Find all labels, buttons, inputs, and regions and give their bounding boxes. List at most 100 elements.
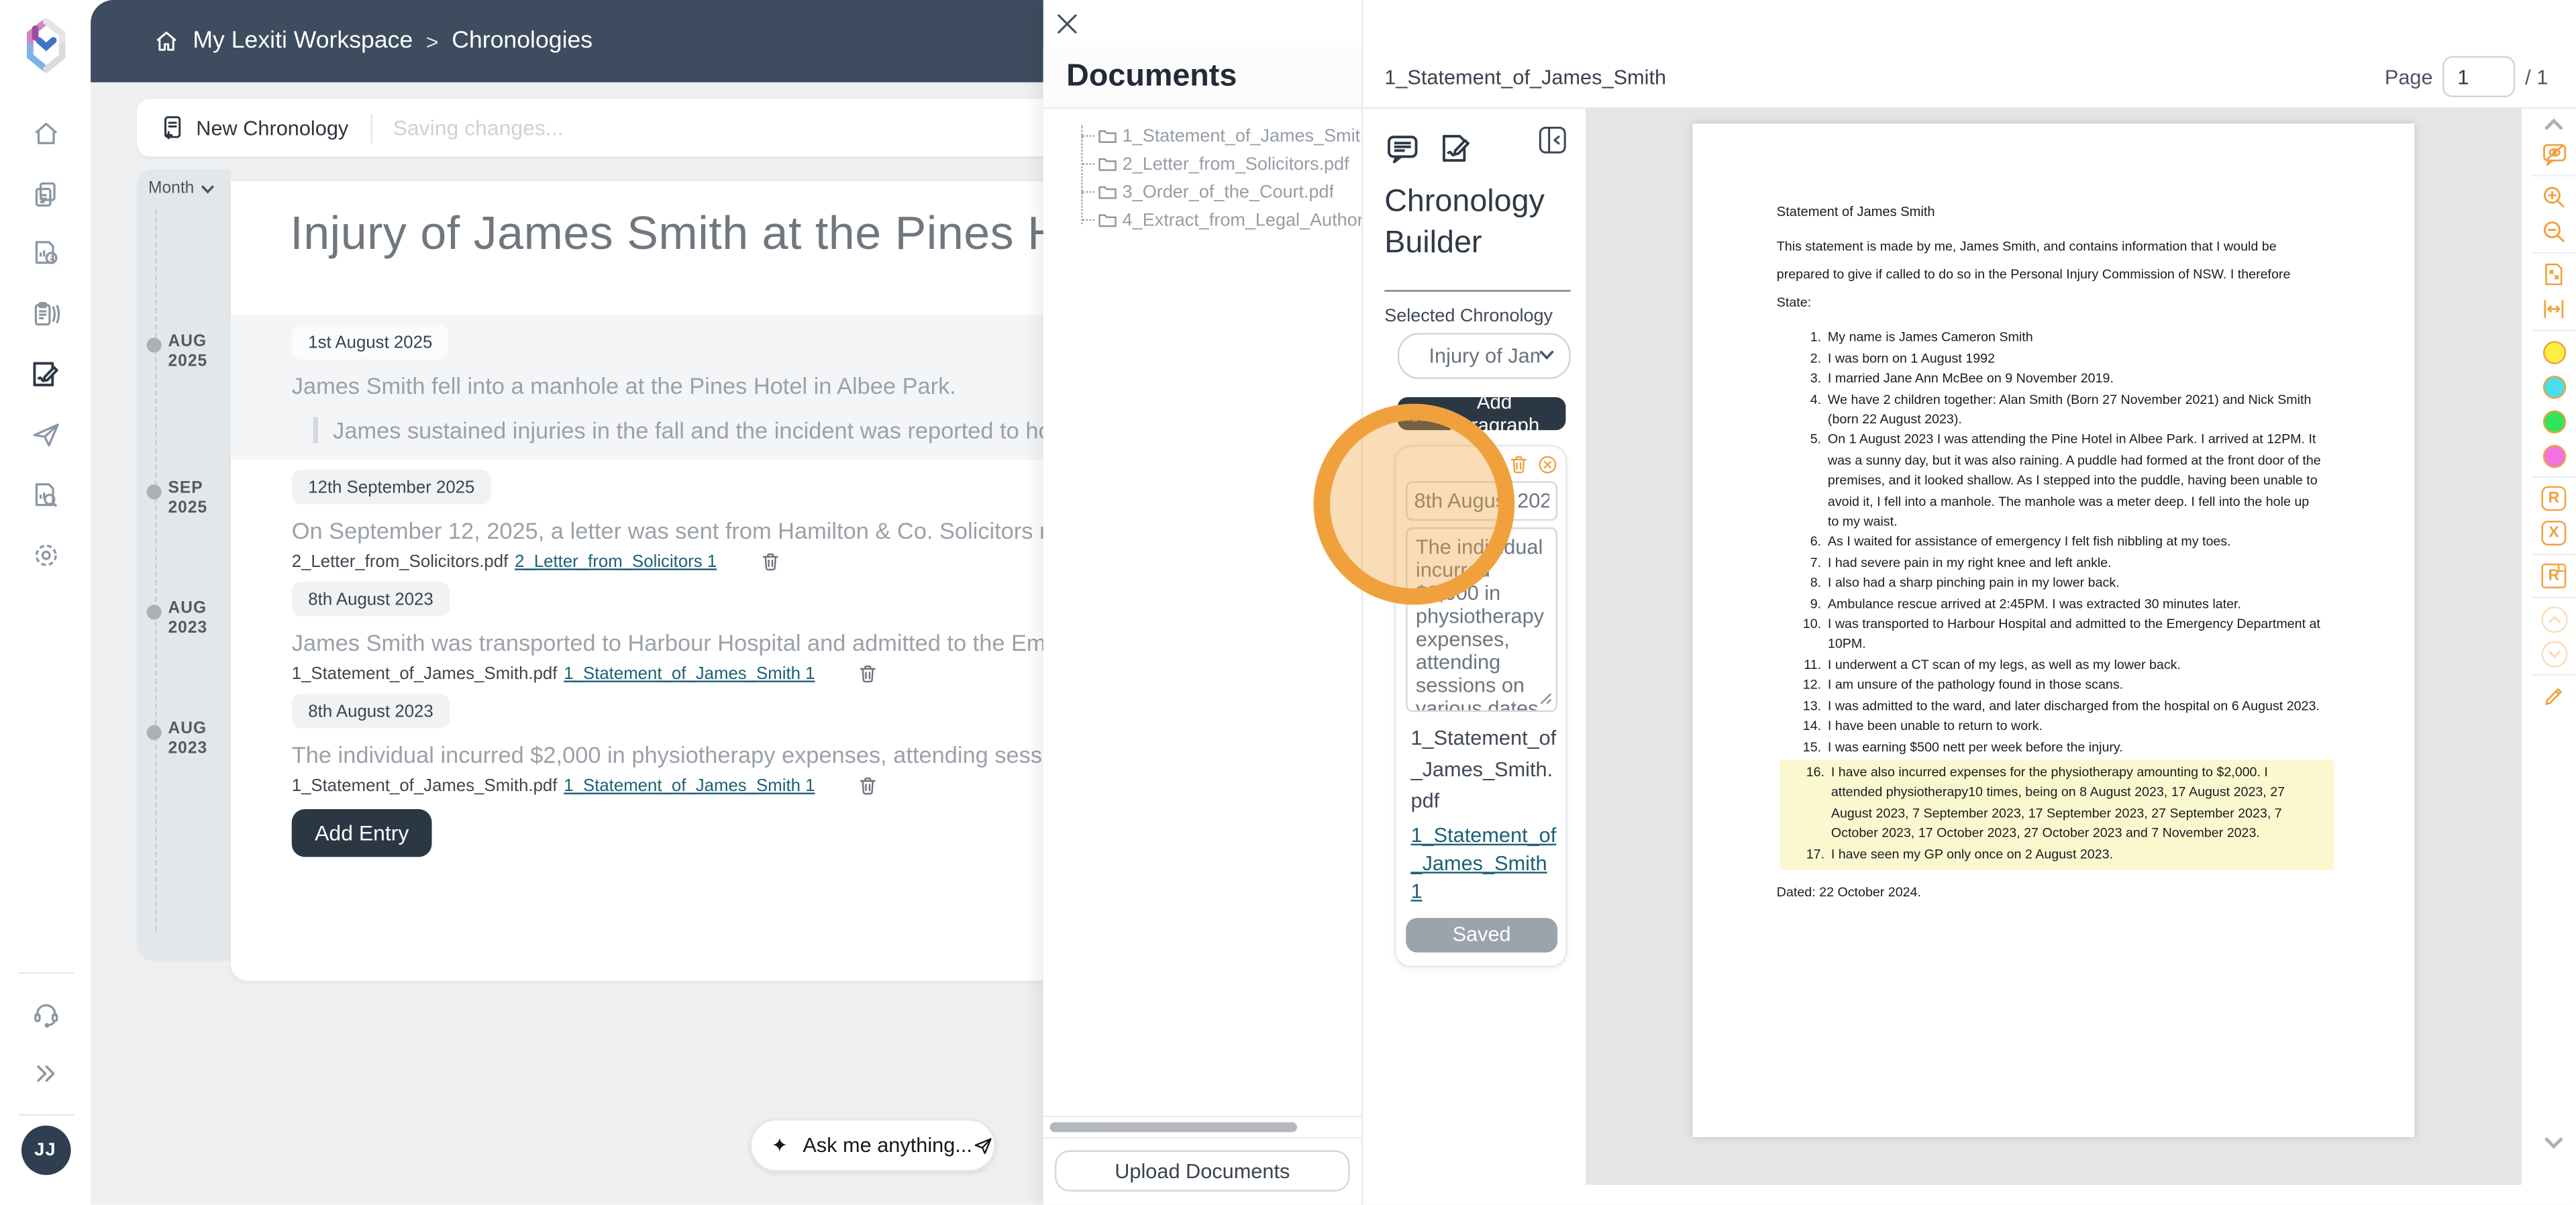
item-text: I have been unable to return to work. — [1827, 719, 2043, 734]
saved-button[interactable]: Saved — [1406, 917, 1558, 953]
delete-entry-icon[interactable] — [858, 662, 879, 684]
tree-connector — [1081, 191, 1094, 193]
pdf-page: Statement of James Smith This statement … — [1692, 123, 2415, 1137]
new-chronology-button[interactable]: New Chronology — [160, 113, 348, 142]
chevron-down-icon — [1539, 350, 1554, 361]
selected-chronology-value: Injury of James S — [1429, 344, 1543, 368]
delete-entry-icon[interactable] — [760, 550, 781, 572]
paragraph-card: The individual incurred $2,000 in physio… — [1394, 444, 1567, 967]
resize-handle-icon[interactable] — [1539, 692, 1553, 705]
dismiss-circle-icon[interactable] — [1538, 454, 1557, 474]
entry-file-name: 1_Statement_of_James_Smith.pdf — [291, 775, 558, 796]
sidebar-item-home[interactable] — [17, 106, 74, 162]
document-edit-icon[interactable] — [1437, 130, 1474, 166]
horizontal-scrollbar[interactable] — [1043, 1118, 1361, 1139]
sidebar-item-notes[interactable] — [17, 287, 74, 344]
entry-document-link[interactable]: 1_Statement_of_James_Smith 1 — [564, 664, 815, 683]
add-entry-button[interactable]: Add Entry — [291, 808, 432, 857]
item-text: We have 2 children together: Alan Smith … — [1827, 391, 2312, 427]
item-number: 16. — [1806, 764, 1825, 780]
scroll-down-icon[interactable] — [2544, 1137, 2563, 1149]
sidebar-item-send[interactable] — [17, 407, 74, 464]
sidebar-divider — [17, 972, 74, 974]
zoom-in-button[interactable] — [2535, 180, 2573, 215]
zoom-out-button[interactable] — [2535, 214, 2573, 249]
entry-document-link[interactable]: 1_Statement_of_James_Smith 1 — [564, 776, 815, 795]
highlight-pink-button[interactable] — [2535, 438, 2573, 473]
plus-icon: + — [1407, 404, 1425, 423]
expand-sidebar-button[interactable] — [17, 1046, 74, 1102]
upload-documents-button[interactable]: Upload Documents — [1054, 1150, 1350, 1192]
folder-icon — [1098, 183, 1117, 201]
item-text: Ambulance rescue arrived at 2:45PM. I wa… — [1827, 596, 2241, 611]
pdf-scroll-area[interactable]: Statement of James Smith This statement … — [1585, 109, 2522, 1186]
fit-width-button[interactable] — [2535, 292, 2573, 327]
paragraph-document-link[interactable]: 1_Statement_of_James_Smith 1 — [1406, 822, 1557, 906]
annotation-toolbar: R X R — [2531, 109, 2576, 1205]
delete-paragraph-icon[interactable] — [1508, 454, 1529, 475]
timeline-line — [154, 209, 157, 931]
home-icon[interactable] — [153, 28, 179, 54]
sidebar-item-document-search[interactable] — [17, 468, 74, 524]
item-text: On 1 August 2023 I was attending the Pin… — [1827, 432, 2321, 529]
entry-date-chip[interactable]: 1st August 2025 — [291, 324, 449, 360]
previous-annotation-button[interactable] — [2535, 602, 2573, 637]
builder-divider — [1384, 289, 1571, 292]
scrollbar-thumb[interactable] — [1049, 1122, 1298, 1133]
sidebar-item-settings[interactable] — [17, 528, 74, 584]
redact-page-button[interactable]: R — [2535, 559, 2573, 594]
breadcrumb-chronologies[interactable]: Chronologies — [452, 28, 593, 54]
page-number-input[interactable] — [2442, 56, 2516, 97]
next-annotation-button[interactable] — [2535, 636, 2573, 671]
hide-comments-button[interactable] — [2535, 137, 2573, 172]
item-text: As I waited for assistance of emergency … — [1827, 534, 2231, 550]
sidebar-item-documents[interactable] — [17, 166, 74, 223]
entry-date-chip[interactable]: 8th August 2023 — [291, 582, 450, 617]
comments-icon[interactable] — [1384, 130, 1421, 166]
item-text: I was born on 1 August 1992 — [1827, 350, 1995, 366]
entry-date-chip[interactable]: 8th August 2023 — [291, 694, 450, 729]
item-text: I underwent a CT scan of my legs, as wel… — [1827, 657, 2181, 672]
highlight-green-button[interactable] — [2535, 404, 2573, 439]
paragraph-text-input[interactable]: The individual incurred $2,000 in physio… — [1406, 527, 1558, 712]
item-number: 4. — [1810, 391, 1822, 407]
scroll-up-icon[interactable] — [2544, 118, 2563, 130]
toolbar-divider — [371, 113, 374, 143]
close-icon[interactable] — [1055, 11, 1080, 36]
month-filter-dropdown[interactable]: Month — [148, 180, 214, 198]
document-tree-item[interactable]: 1_Statement_of_James_Smith. — [1043, 122, 1361, 150]
ask-ai-bar[interactable]: ✦ Ask me anything... — [750, 1118, 996, 1172]
delete-entry-icon[interactable] — [858, 774, 879, 796]
document-tree-item[interactable]: 4_Extract_from_Legal_Authori — [1043, 206, 1361, 234]
sidebar-item-report[interactable] — [17, 227, 74, 283]
breadcrumb-workspace[interactable]: My Lexiti Workspace — [193, 28, 413, 54]
highlight-yellow-button[interactable] — [2535, 335, 2573, 370]
selected-chronology-dropdown[interactable]: Injury of James S — [1397, 332, 1571, 379]
user-avatar[interactable]: JJ — [20, 1126, 70, 1175]
statement-item: 8. I also had a sharp pinching pain in my… — [1777, 574, 2322, 594]
pencil-button[interactable] — [2535, 679, 2573, 714]
send-icon[interactable] — [972, 1135, 994, 1156]
document-tree-item[interactable]: 2_Letter_from_Solicitors.pdf — [1043, 150, 1361, 178]
document-name: 3_Order_of_the_Court.pdf — [1122, 182, 1335, 202]
item-text: I had severe pain in my right knee and l… — [1827, 555, 2112, 570]
support-button[interactable] — [17, 986, 74, 1043]
redact-r-button[interactable]: R — [2535, 481, 2573, 516]
paragraph-file-name: 1_Statement_of_James_Smith.pdf — [1410, 726, 1557, 813]
add-paragraph-label: Add paragraph — [1449, 390, 1540, 437]
highlight-cyan-button[interactable] — [2535, 369, 2573, 404]
add-paragraph-button[interactable]: + Add paragraph — [1397, 390, 1566, 436]
redact-x-button[interactable]: X — [2535, 516, 2573, 551]
r-square-icon: R — [2541, 486, 2567, 511]
statement-item: 4. We have 2 children together: Alan Smit… — [1777, 390, 2322, 431]
page-total: / 1 — [2525, 65, 2548, 89]
entry-date-chip[interactable]: 12th September 2025 — [291, 470, 491, 505]
document-tree-item[interactable]: 3_Order_of_the_Court.pdf — [1043, 178, 1361, 206]
statement-item: 10. I was transported to Harbour Hospital… — [1777, 615, 2322, 656]
entry-document-link[interactable]: 2_Letter_from_Solicitors 1 — [515, 552, 717, 571]
collapse-panel-icon[interactable] — [1536, 123, 1569, 156]
sidebar-item-chronologies[interactable] — [17, 347, 74, 403]
page-control: Page / 1 — [2385, 56, 2548, 97]
paragraph-date-input[interactable] — [1406, 480, 1558, 521]
fit-page-button[interactable] — [2535, 257, 2573, 292]
